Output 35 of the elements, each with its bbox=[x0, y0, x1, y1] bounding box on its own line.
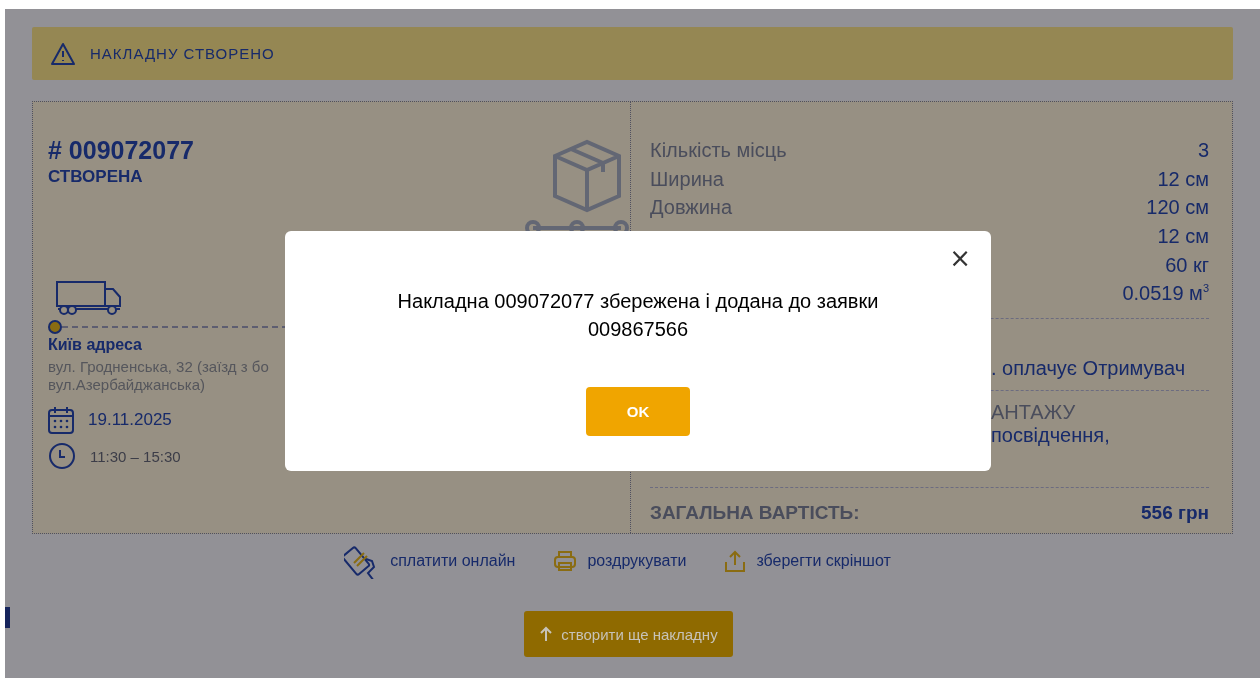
detail-label: Довжина bbox=[650, 196, 732, 220]
detail-value: 12 см bbox=[1157, 224, 1209, 248]
pickup-time: 11:30 – 15:30 bbox=[90, 447, 181, 465]
printer-icon bbox=[553, 549, 578, 573]
dialog-message: Накладна 009072077 збережена і додана до заявки 009867566 bbox=[396, 289, 880, 342]
pickup-date: 19.11.2025 bbox=[88, 410, 172, 430]
pay-link[interactable]: сплатити онлайн bbox=[344, 543, 516, 579]
detail-value: 12 см bbox=[1157, 167, 1209, 191]
waybill-status: СТВОРЕНА bbox=[48, 167, 143, 187]
calendar-icon bbox=[48, 406, 74, 434]
create-waybill-button[interactable]: створити ще накладну bbox=[524, 611, 733, 657]
banner-text: НАКЛАДНУ СТВОРЕНО bbox=[90, 45, 275, 62]
share-link[interactable]: зберегти скріншот bbox=[724, 543, 891, 579]
truck-icon bbox=[56, 281, 122, 315]
arrow-up-icon bbox=[539, 626, 554, 642]
detail-value: 60 кг bbox=[1165, 253, 1209, 277]
address-line: вул. Гродненська, 32 (заїзд з бо bbox=[48, 358, 269, 376]
close-button[interactable]: × bbox=[945, 243, 975, 273]
cargo-heading: АНТАЖУ bbox=[991, 401, 1076, 425]
detail-label: Ширина bbox=[650, 167, 724, 191]
address-line: вул.Азербайджанська) bbox=[48, 376, 206, 394]
total-label: ЗАГАЛЬНА ВАРТІСТЬ: bbox=[650, 502, 860, 525]
warning-icon bbox=[50, 41, 76, 66]
total-value: 556 грн bbox=[1141, 502, 1209, 525]
detail-value: 0.0519 м$^{3}$ bbox=[1122, 282, 1209, 306]
pickup-city: Київ адреса bbox=[48, 336, 142, 354]
detail-value: 120 см bbox=[1146, 196, 1209, 220]
payer-text: . оплачує Отримувач bbox=[991, 357, 1186, 381]
document-text: посвідчення, bbox=[991, 424, 1110, 448]
detail-value: 3 bbox=[1197, 138, 1209, 162]
clock-icon bbox=[48, 442, 76, 470]
waybill-number: # 009072077 bbox=[48, 136, 194, 165]
print-link[interactable]: роздрукувати bbox=[553, 543, 687, 579]
upload-icon bbox=[724, 549, 747, 573]
detail-label: Кількість місць bbox=[650, 138, 787, 162]
